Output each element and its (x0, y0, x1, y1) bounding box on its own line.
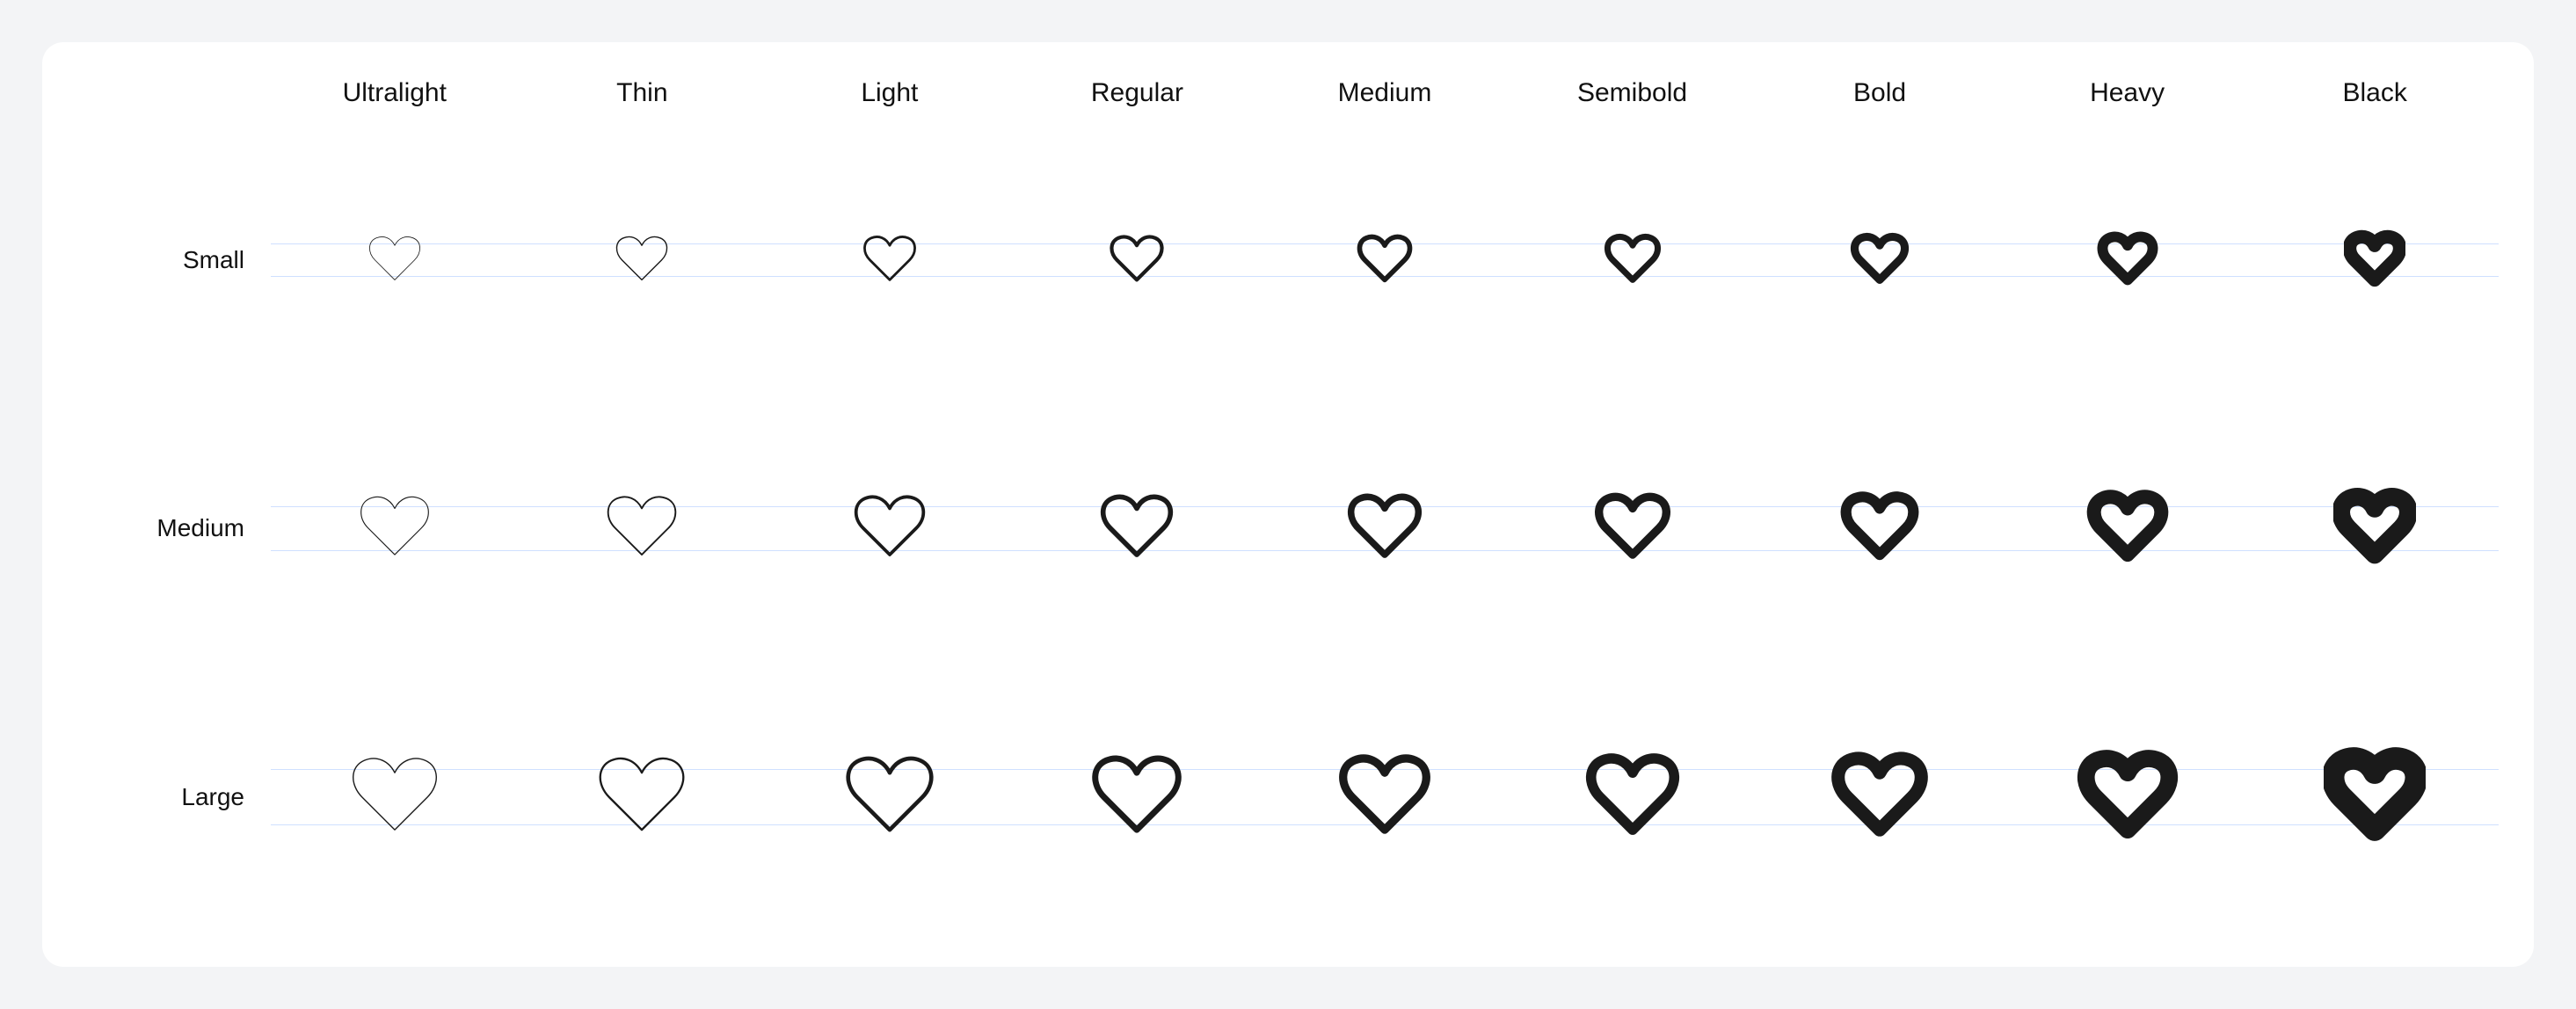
cell-small-semibold (1509, 126, 1757, 395)
cell-small-medium (1261, 126, 1509, 395)
col-header-medium: Medium (1261, 77, 1509, 126)
heart-icon (1015, 127, 1261, 394)
col-header-heavy: Heavy (2004, 77, 2252, 126)
size-row-large: Large (77, 663, 2499, 932)
symbol-weight-card: Ultralight Thin Light Regular Medium Sem… (42, 42, 2534, 967)
cell-large-thin (519, 663, 767, 932)
heart-icon (1757, 396, 2003, 663)
heart-icon (272, 396, 518, 663)
row-header-small: Small (77, 126, 271, 395)
cell-small-ultralight (271, 126, 519, 395)
cell-large-regular (1014, 663, 1262, 932)
col-header-light: Light (766, 77, 1014, 126)
heart-icon (272, 664, 518, 931)
heart-icon (1757, 664, 2003, 931)
row-header-medium: Medium (77, 395, 271, 664)
col-header-semibold: Semibold (1509, 77, 1757, 126)
col-header-regular: Regular (1014, 77, 1262, 126)
heart-icon (2005, 664, 2251, 931)
size-row-medium: Medium (77, 395, 2499, 664)
cell-large-heavy (2004, 663, 2252, 932)
weight-size-grid: Ultralight Thin Light Regular Medium Sem… (77, 77, 2499, 932)
heart-icon (2005, 396, 2251, 663)
cell-medium-light (766, 395, 1014, 664)
cell-small-heavy (2004, 126, 2252, 395)
heart-icon (1262, 396, 1508, 663)
cell-medium-heavy (2004, 395, 2252, 664)
heart-icon (1015, 396, 1261, 663)
cell-large-ultralight (271, 663, 519, 932)
cell-medium-regular (1014, 395, 1262, 664)
heart-icon (2005, 127, 2251, 394)
col-header-black: Black (2251, 77, 2499, 126)
cell-medium-ultralight (271, 395, 519, 664)
heart-icon (520, 664, 766, 931)
cell-large-semibold (1509, 663, 1757, 932)
cell-large-medium (1261, 663, 1509, 932)
cell-large-black (2251, 663, 2499, 932)
cell-small-regular (1014, 126, 1262, 395)
cell-large-light (766, 663, 1014, 932)
cell-small-bold (1756, 126, 2004, 395)
heart-icon (520, 396, 766, 663)
heart-icon (2252, 127, 2498, 394)
heart-icon (767, 396, 1013, 663)
heart-icon (272, 127, 518, 394)
cell-medium-bold (1756, 395, 2004, 664)
row-header-large: Large (77, 663, 271, 932)
cell-medium-semibold (1509, 395, 1757, 664)
cell-medium-thin (519, 395, 767, 664)
heart-icon (767, 127, 1013, 394)
heart-icon (1510, 664, 1756, 931)
heart-icon (1262, 664, 1508, 931)
col-header-ultralight: Ultralight (271, 77, 519, 126)
cell-large-bold (1756, 663, 2004, 932)
heart-icon (1510, 396, 1756, 663)
cell-small-black (2251, 126, 2499, 395)
col-header-bold: Bold (1756, 77, 2004, 126)
heart-icon (2252, 664, 2498, 931)
cell-small-light (766, 126, 1014, 395)
heart-icon (1262, 127, 1508, 394)
heart-icon (1015, 664, 1261, 931)
size-row-small: Small (77, 126, 2499, 395)
heart-icon (1510, 127, 1756, 394)
cell-medium-medium (1261, 395, 1509, 664)
header-row: Ultralight Thin Light Regular Medium Sem… (77, 77, 2499, 126)
heart-icon (2252, 396, 2498, 663)
cell-small-thin (519, 126, 767, 395)
heart-icon (1757, 127, 2003, 394)
col-header-thin: Thin (519, 77, 767, 126)
heart-icon (767, 664, 1013, 931)
cell-medium-black (2251, 395, 2499, 664)
page-canvas: Ultralight Thin Light Regular Medium Sem… (0, 0, 2576, 1009)
heart-icon (520, 127, 766, 394)
